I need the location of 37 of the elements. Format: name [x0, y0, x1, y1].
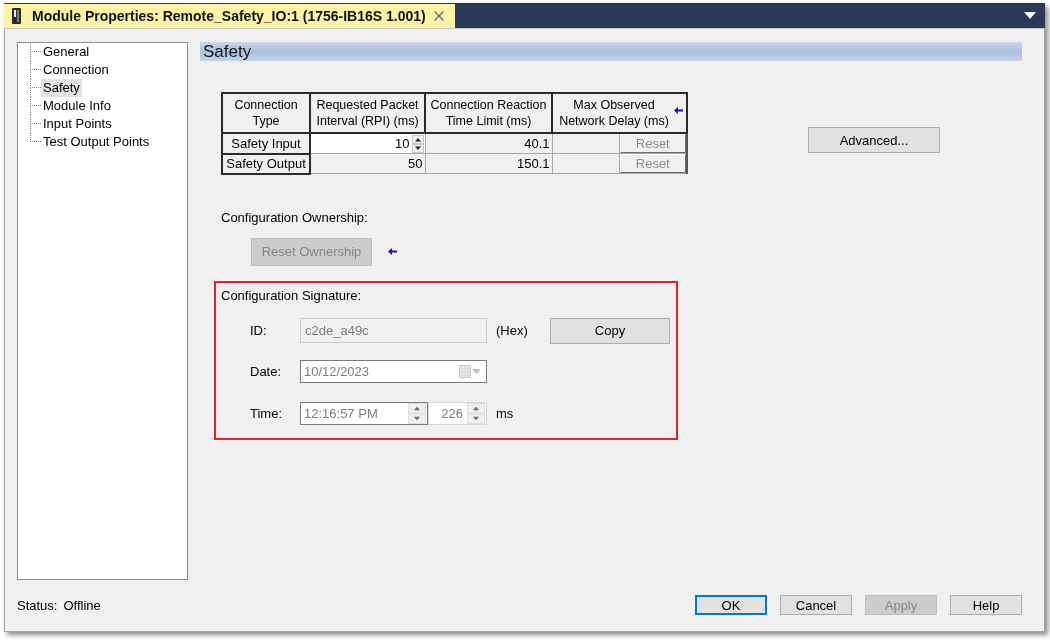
left-arrow-icon: [388, 248, 397, 255]
left-arrow-icon: [674, 107, 683, 114]
copy-button[interactable]: Copy: [550, 317, 670, 344]
tree-item[interactable]: Connection: [41, 61, 111, 79]
tree-item[interactable]: General: [41, 43, 92, 61]
column-header: Connection Type: [233, 97, 299, 129]
signature-label: Configuration Signature:: [221, 287, 363, 303]
section-header: Safety: [200, 42, 1022, 61]
tree-item[interactable]: Module Info: [41, 97, 113, 115]
row-header-cell: Safety Output: [222, 153, 310, 174]
dialog-button[interactable]: Help: [950, 595, 1022, 615]
tree-item[interactable]: Safety: [41, 79, 82, 97]
unit-label: ms: [496, 405, 515, 421]
table-cell: 50: [310, 153, 425, 174]
tree-item[interactable]: Input Points: [41, 115, 114, 133]
hex-label: (Hex): [496, 323, 529, 338]
document-tab[interactable]: Module Properties: Remote_Safety_IO:1 (1756-IB16S 1.001): [4, 4, 455, 28]
column-header: Connection Reaction Time Limit (ms): [429, 97, 548, 129]
caret-icon[interactable]: [1024, 12, 1036, 19]
table-cell: 150.1: [425, 153, 552, 174]
id-label: ID:: [250, 323, 268, 338]
ownership-label: Configuration Ownership:: [221, 209, 368, 225]
close-icon[interactable]: [434, 11, 444, 21]
column-header: Max Observed Network Delay (ms): [558, 97, 670, 129]
table-cell: 40.1: [425, 133, 552, 154]
spinner-arrows-icon[interactable]: [411, 134, 424, 153]
advanced-button[interactable]: Advanced...: [808, 127, 940, 153]
dialog-button[interactable]: Cancel: [780, 595, 852, 615]
time-label: Time:: [250, 405, 284, 421]
dialog-button[interactable]: OK: [695, 595, 767, 615]
tree-item[interactable]: Test Output Points: [41, 133, 152, 151]
date-label: Date:: [250, 363, 283, 379]
status-value: Offline: [63, 597, 101, 613]
status-label: Status:: [17, 597, 58, 613]
module-icon: [12, 8, 21, 24]
row-header-cell: Safety Input: [222, 133, 310, 154]
column-header: Requested Packet Interval (RPI) (ms): [315, 97, 420, 129]
